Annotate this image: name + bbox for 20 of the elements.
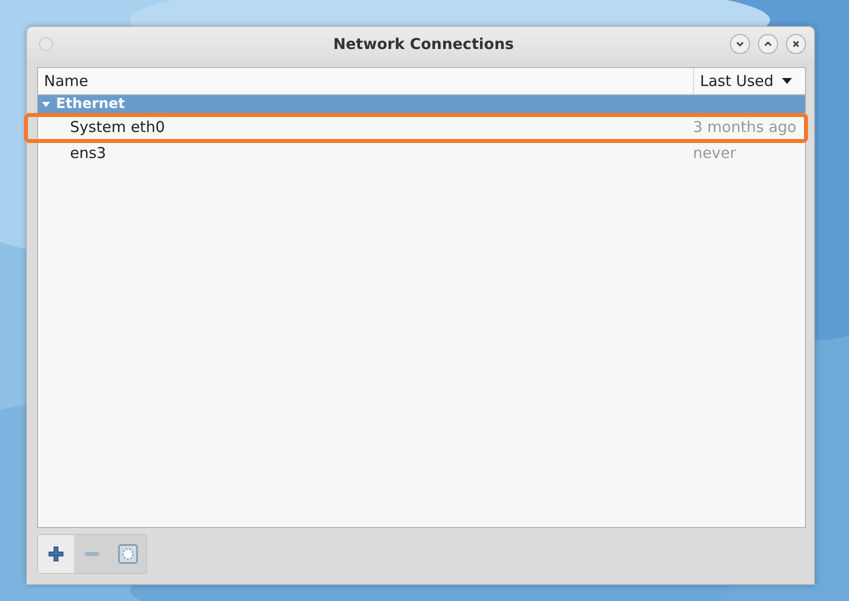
connection-row[interactable]: System eth0 3 months ago	[38, 113, 805, 139]
last-used-text: never	[693, 144, 738, 162]
expander-triangle-icon	[42, 100, 50, 108]
connection-row[interactable]: ens3 never	[38, 139, 805, 165]
close-icon	[791, 39, 801, 49]
minimize-button[interactable]	[730, 34, 750, 54]
maximize-button[interactable]	[758, 34, 778, 54]
chevron-up-icon	[763, 39, 773, 49]
plus-icon	[48, 546, 64, 562]
connection-name: ens3	[69, 144, 108, 162]
add-button[interactable]	[38, 535, 74, 573]
close-button[interactable]	[786, 34, 806, 54]
connection-name: System eth0	[69, 118, 166, 136]
sort-arrow-icon	[782, 78, 792, 84]
window-title: Network Connections	[332, 35, 515, 53]
last-used-text: 3 months ago	[693, 118, 798, 136]
gear-icon	[118, 544, 138, 564]
chevron-down-icon	[735, 39, 745, 49]
column-header[interactable]: Name	[38, 68, 693, 94]
column-header[interactable]: Last Used	[693, 68, 805, 94]
